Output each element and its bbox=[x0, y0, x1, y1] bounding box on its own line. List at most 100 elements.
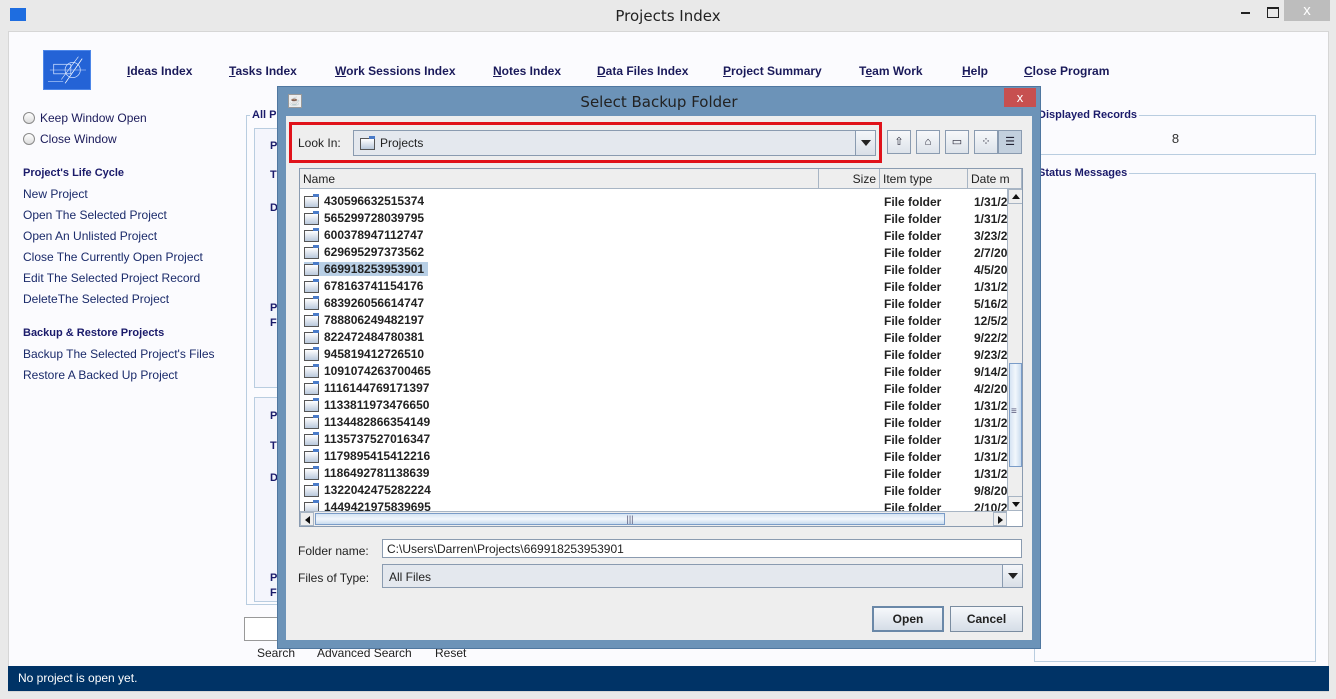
file-date: 5/16/2 bbox=[974, 297, 1008, 311]
file-name: 683926056614747 bbox=[304, 295, 428, 310]
file-list-row[interactable]: 678163741154176 File folder 1/31/2 bbox=[300, 278, 1007, 295]
open-unlisted-project-link[interactable]: Open An Unlisted Project bbox=[23, 229, 157, 243]
horizontal-scroll-thumb[interactable]: ||| bbox=[315, 513, 945, 525]
file-list-row[interactable]: 629695297373562 File folder 2/7/20 bbox=[300, 244, 1007, 261]
file-name-text: 669918253953901 bbox=[324, 262, 425, 276]
column-header-date[interactable]: Date m bbox=[968, 169, 1022, 189]
list-view-button[interactable]: ⁘ bbox=[974, 130, 998, 154]
home-button[interactable]: ⌂ bbox=[916, 130, 940, 154]
file-name-text: 1116144769171397 bbox=[324, 381, 430, 395]
file-name-text: 788806249482197 bbox=[324, 313, 425, 327]
file-name-text: 1134482866354149 bbox=[324, 415, 431, 429]
file-list-row[interactable]: 1091074263700465 File folder 9/14/2 bbox=[300, 363, 1007, 380]
details-view-button[interactable]: ☰ bbox=[998, 130, 1022, 154]
file-list-row[interactable]: 600378947112747 File folder 3/23/2 bbox=[300, 227, 1007, 244]
new-project-link[interactable]: New Project bbox=[23, 187, 88, 201]
all-projects-group-title: All P bbox=[250, 109, 279, 121]
nav-help[interactable]: Help bbox=[962, 64, 988, 78]
folder-icon bbox=[304, 244, 319, 259]
file-date: 1/31/2 bbox=[974, 212, 1008, 226]
file-name: 1186492781138639 bbox=[304, 465, 433, 480]
nav-tasks-index[interactable]: Tasks Index bbox=[229, 64, 297, 78]
new-folder-button[interactable]: ▭ bbox=[945, 130, 969, 154]
scroll-up-arrow-icon[interactable] bbox=[1008, 189, 1022, 204]
folder-icon bbox=[304, 431, 319, 446]
file-list-row[interactable]: 430596632515374 File folder 1/31/2 bbox=[300, 193, 1007, 210]
cancel-button[interactable]: Cancel bbox=[950, 606, 1023, 632]
project-logo bbox=[43, 50, 91, 90]
nav-data-files-index[interactable]: Data Files Index bbox=[597, 64, 688, 78]
project-card-label: F bbox=[270, 587, 277, 599]
column-header-item-type[interactable]: Item type bbox=[880, 169, 968, 189]
file-list-row[interactable]: 1186492781138639 File folder 1/31/2 bbox=[300, 465, 1007, 482]
vertical-scroll-thumb[interactable] bbox=[1009, 363, 1022, 467]
column-header-name[interactable]: Name bbox=[300, 169, 819, 189]
chevron-down-icon[interactable] bbox=[855, 131, 875, 155]
new-folder-icon: ▭ bbox=[951, 136, 963, 148]
scroll-left-arrow-icon[interactable] bbox=[300, 512, 314, 526]
displayed-records-value: 8 bbox=[1171, 131, 1180, 146]
look-in-combobox[interactable]: Projects bbox=[353, 130, 876, 156]
close-open-project-link[interactable]: Close The Currently Open Project bbox=[23, 250, 203, 264]
nav-team-work[interactable]: Team Work bbox=[859, 64, 923, 78]
file-date: 1/31/2 bbox=[974, 280, 1008, 294]
radio-button[interactable] bbox=[23, 112, 35, 124]
project-card-label: T bbox=[270, 440, 277, 452]
radio-button[interactable] bbox=[23, 133, 35, 145]
file-list-row[interactable]: 683926056614747 File folder 5/16/2 bbox=[300, 295, 1007, 312]
look-in-value: Projects bbox=[360, 135, 423, 150]
list-view-icon: ⁘ bbox=[981, 136, 991, 148]
files-of-type-combobox[interactable]: All Files bbox=[382, 564, 1023, 588]
restore-project-link[interactable]: Restore A Backed Up Project bbox=[23, 368, 178, 382]
file-type: File folder bbox=[884, 314, 942, 328]
file-date: 9/22/2 bbox=[974, 331, 1008, 345]
file-list-row[interactable]: 1322042475282224 File folder 9/8/20 bbox=[300, 482, 1007, 499]
file-list-row[interactable]: 822472484780381 File folder 9/22/2 bbox=[300, 329, 1007, 346]
file-name-text: 683926056614747 bbox=[324, 296, 425, 310]
file-list-row[interactable]: 1135737527016347 File folder 1/31/2 bbox=[300, 431, 1007, 448]
nav-project-summary[interactable]: Project Summary bbox=[723, 64, 822, 78]
nav-notes-index[interactable]: Notes Index bbox=[493, 64, 561, 78]
minimize-button[interactable] bbox=[1235, 0, 1265, 21]
file-list-row[interactable]: 1133811973476650 File folder 1/31/2 bbox=[300, 397, 1007, 414]
scroll-down-arrow-icon[interactable] bbox=[1008, 496, 1022, 511]
file-list-row[interactable]: 788806249482197 File folder 12/5/2 bbox=[300, 312, 1007, 329]
chevron-down-icon[interactable] bbox=[1002, 565, 1022, 587]
scroll-right-arrow-icon[interactable] bbox=[993, 512, 1007, 526]
open-selected-project-link[interactable]: Open The Selected Project bbox=[23, 208, 167, 222]
up-one-level-button[interactable]: ⇧ bbox=[887, 130, 911, 154]
file-type: File folder bbox=[884, 467, 942, 481]
window-close-button[interactable]: x bbox=[1284, 0, 1330, 21]
backup-section-title: Backup & Restore Projects bbox=[23, 327, 165, 339]
nav-work-sessions-index[interactable]: Work Sessions Index bbox=[335, 64, 456, 78]
file-list-row[interactable]: 1179895415412216 File folder 1/31/2 bbox=[300, 448, 1007, 465]
folder-icon bbox=[304, 295, 319, 310]
file-name: 669918253953901 bbox=[304, 261, 429, 276]
file-name: 1135737527016347 bbox=[304, 431, 434, 446]
edit-project-record-link[interactable]: Edit The Selected Project Record bbox=[23, 271, 200, 285]
folder-icon bbox=[304, 312, 319, 327]
file-name: 1091074263700465 bbox=[304, 363, 435, 378]
dialog-close-button[interactable]: x bbox=[1004, 88, 1036, 107]
close-window-radio[interactable]: Close Window bbox=[23, 132, 117, 146]
keep-window-open-radio[interactable]: Keep Window Open bbox=[23, 111, 147, 125]
horizontal-scrollbar[interactable]: ||| bbox=[300, 511, 1007, 526]
file-date: 9/8/20 bbox=[974, 484, 1008, 498]
file-list-row[interactable]: 669918253953901 File folder 4/5/20 bbox=[300, 261, 1007, 278]
folder-icon bbox=[304, 363, 319, 378]
backup-project-files-link[interactable]: Backup The Selected Project's Files bbox=[23, 347, 215, 361]
file-list-row[interactable]: 1134482866354149 File folder 1/31/2 bbox=[300, 414, 1007, 431]
file-type: File folder bbox=[884, 195, 942, 209]
file-list[interactable]: Name Size Item type Date m 4305966325153… bbox=[299, 168, 1023, 527]
nav-ideas-index[interactable]: Ideas Index bbox=[127, 64, 192, 78]
file-list-row[interactable]: 565299728039795 File folder 1/31/2 bbox=[300, 210, 1007, 227]
delete-project-link[interactable]: DeleteThe Selected Project bbox=[23, 292, 169, 306]
file-list-row[interactable]: 945819412726510 File folder 9/23/2 bbox=[300, 346, 1007, 363]
file-list-row[interactable]: 1116144769171397 File folder 4/2/20 bbox=[300, 380, 1007, 397]
vertical-scrollbar[interactable] bbox=[1007, 189, 1022, 511]
nav-close-program[interactable]: Close Program bbox=[1024, 64, 1109, 78]
radio-label: Close Window bbox=[40, 132, 117, 146]
column-header-size[interactable]: Size bbox=[819, 169, 880, 189]
folder-name-input[interactable]: C:\Users\Darren\Projects\669918253953901 bbox=[382, 539, 1022, 558]
open-button[interactable]: Open bbox=[872, 606, 944, 632]
